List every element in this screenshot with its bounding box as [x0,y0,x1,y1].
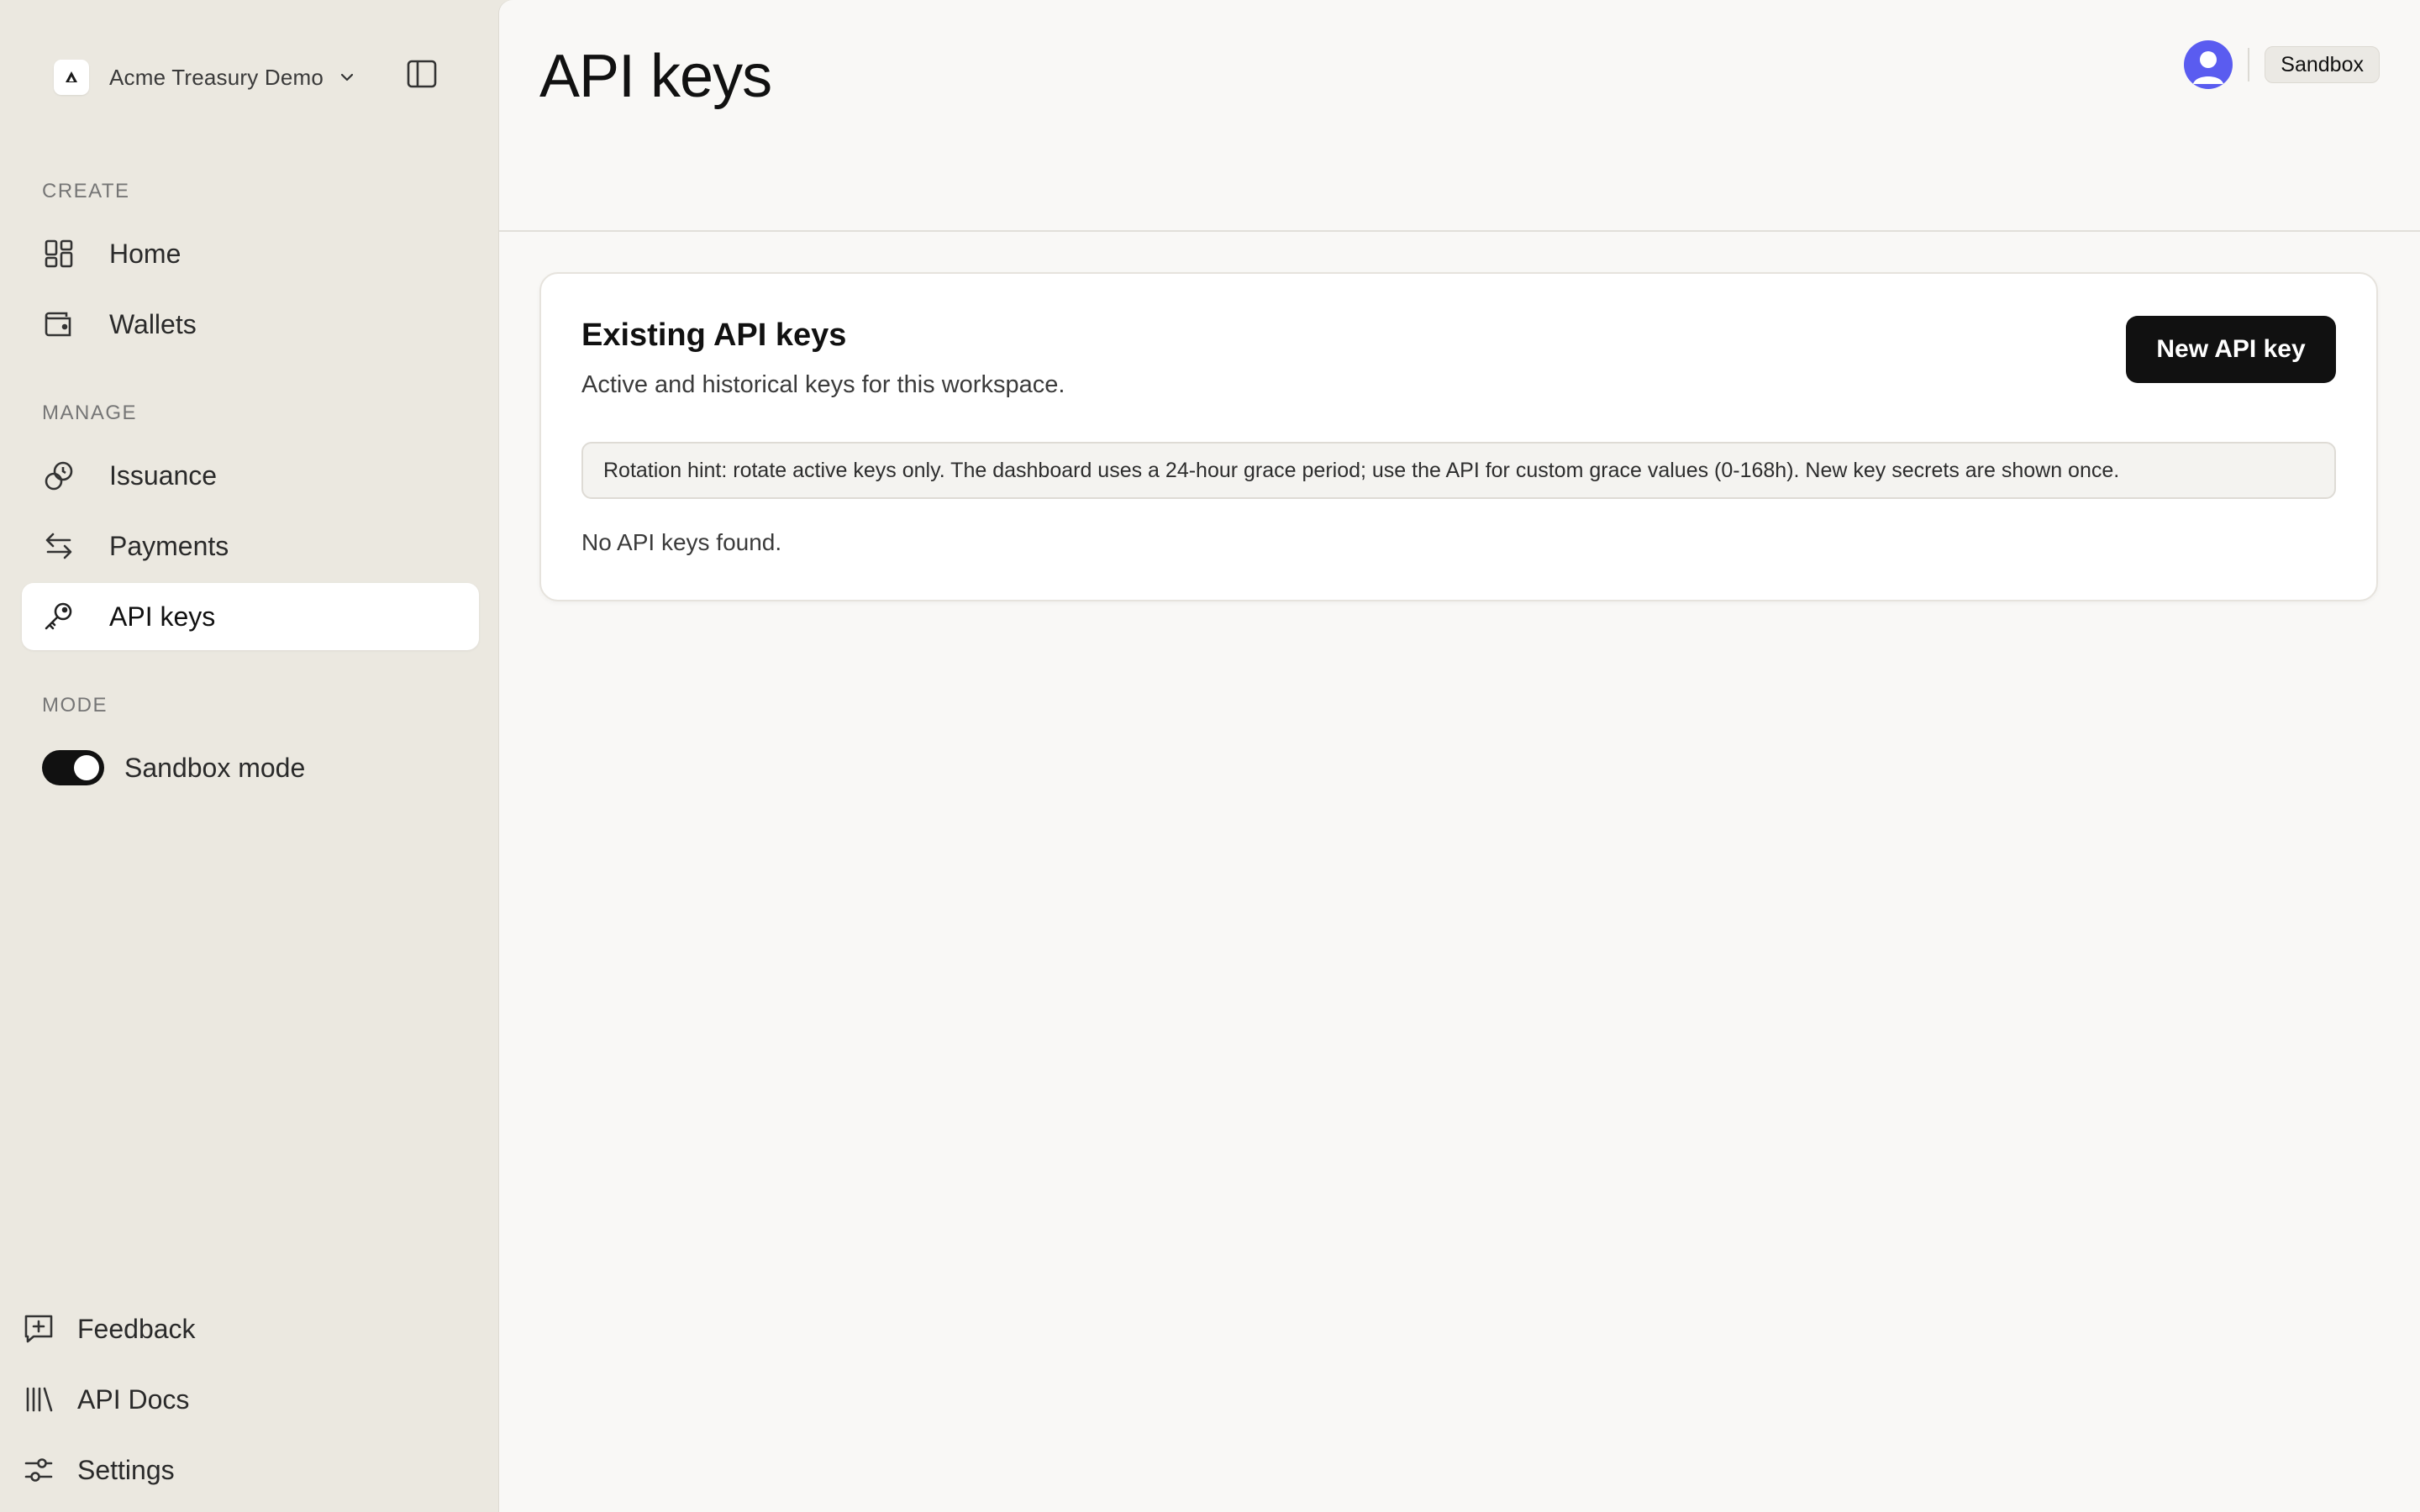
sidebar-item-label: Settings [77,1454,175,1485]
section-label-create: CREATE [42,180,130,202]
toggle-knob [74,755,99,780]
sidebar-item-api-keys[interactable]: API keys [22,583,479,650]
sidebar-item-home[interactable]: Home [22,220,479,287]
sliders-icon [22,1453,55,1487]
divider [2248,48,2250,81]
workspace-name: Acme Treasury Demo [109,64,324,90]
sidebar: Acme Treasury Demo CREATE Home Wallets M… [0,0,499,1512]
toggle-switch[interactable] [42,750,104,785]
sidebar-item-label: Issuance [109,459,218,491]
sidebar-item-label: Wallets [109,308,197,339]
sidebar-item-feedback[interactable]: Feedback [22,1302,196,1356]
grid-icon [42,237,76,270]
sidebar-item-wallets[interactable]: Wallets [22,291,479,358]
card-title: Existing API keys [581,318,847,353]
sidebar-item-label: API keys [109,601,216,632]
sidebar-item-label: API Docs [77,1383,190,1415]
sidebar-toggle-icon[interactable] [405,57,439,91]
new-api-key-button[interactable]: New API key [2126,316,2336,383]
coins-icon [42,459,76,492]
existing-api-keys-card: Existing API keys Active and historical … [539,272,2378,601]
sidebar-item-label: Payments [109,530,229,561]
sandbox-mode-toggle[interactable]: Sandbox mode [42,749,305,786]
card-subtitle: Active and historical keys for this work… [581,371,1065,398]
workspace-switcher[interactable]: Acme Treasury Demo [54,54,355,101]
sidebar-item-label: Home [109,238,182,269]
user-icon [2193,51,2224,84]
page-title: API keys [539,43,772,110]
top-right-controls: Sandbox [2184,40,2380,89]
avatar[interactable] [2184,40,2233,89]
app-root: Acme Treasury Demo CREATE Home Wallets M… [0,0,2420,1512]
feedback-icon [22,1312,55,1346]
sandbox-mode-label: Sandbox mode [124,752,306,783]
library-icon [22,1383,55,1416]
environment-badge: Sandbox [2265,46,2380,83]
sidebar-item-api-docs[interactable]: API Docs [22,1373,189,1426]
sidebar-item-payments[interactable]: Payments [22,512,479,580]
workspace-logo-icon [54,60,89,95]
empty-state-text: No API keys found. [581,529,782,555]
rotation-hint: Rotation hint: rotate active keys only. … [581,442,2336,499]
section-label-manage: MANAGE [42,402,138,424]
sidebar-item-settings[interactable]: Settings [22,1443,175,1497]
arrows-swap-icon [42,529,76,563]
header-divider [499,230,2420,232]
section-label-mode: MODE [42,694,108,717]
sidebar-item-issuance[interactable]: Issuance [22,442,479,509]
main-content: API keys Sandbox Existing API keys Activ… [499,0,2420,1512]
chevron-down-icon [339,69,355,86]
sidebar-item-label: Feedback [77,1313,196,1344]
key-icon [42,600,76,633]
wallet-icon [42,307,76,341]
